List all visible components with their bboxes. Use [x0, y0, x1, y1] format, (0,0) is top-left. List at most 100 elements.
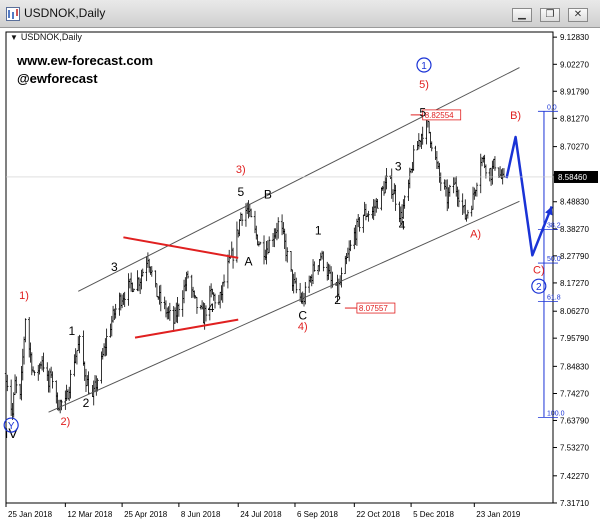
ohlc-bar: [376, 199, 379, 209]
chart-app-icon: [6, 7, 20, 21]
ohlc-bar: [239, 212, 242, 221]
ohlc-bar: [439, 172, 442, 191]
ohlc-bar: [291, 269, 294, 291]
ohlc-bar: [150, 266, 153, 277]
ohlc-bar: [60, 399, 63, 411]
ohlc-bar: [40, 355, 44, 371]
ohlc-bar: [176, 297, 179, 324]
chart-symbol-text: USDNOK,Daily: [20, 32, 82, 42]
y-tick-label: 9.12830: [560, 33, 589, 42]
x-tick-label: 12 Mar 2018: [67, 510, 112, 519]
ohlc-bar: [253, 210, 257, 234]
wave-label: 2: [83, 396, 90, 410]
close-icon: ✕: [573, 9, 583, 20]
ohlc-bar: [430, 141, 433, 152]
ohlc-bar: [246, 202, 249, 215]
y-tick-label: 8.38270: [560, 225, 589, 234]
circled-wave-label: 1: [421, 61, 427, 72]
ohlc-bar: [462, 205, 466, 214]
ohlc-bar: [292, 273, 295, 294]
restore-button[interactable]: ❐: [540, 8, 560, 22]
y-tick-label: 7.84830: [560, 362, 589, 371]
ohlc-bar: [362, 214, 365, 233]
ohlc-bar: [307, 275, 311, 293]
ohlc-bar: [78, 334, 81, 354]
window-titlebar[interactable]: USDNOK,Daily ▁ ❐ ✕: [0, 0, 600, 28]
fib-level-label: 61.8: [547, 295, 561, 302]
ohlc-bar: [211, 288, 214, 295]
ohlc-bar: [265, 240, 268, 265]
ohlc-bar: [493, 156, 497, 171]
wave-label: 1: [315, 224, 322, 238]
ohlc-bar: [475, 182, 479, 197]
ohlc-bar: [49, 366, 53, 379]
fib-level-label: 50.0: [547, 256, 561, 263]
x-tick-label: 25 Apr 2018: [124, 510, 168, 519]
ohlc-bar: [367, 210, 370, 222]
ohlc-bar: [42, 352, 45, 373]
price-chart[interactable]: 9.128309.022708.917908.812708.702708.592…: [0, 28, 600, 531]
ohlc-bar: [447, 187, 450, 209]
ohlc-bar: [155, 283, 159, 298]
projection-path: [505, 135, 553, 257]
ohlc-bar: [172, 306, 175, 332]
ohlc-bar: [222, 274, 226, 287]
ohlc-bar: [484, 164, 488, 179]
ohlc-bar: [9, 379, 13, 416]
ohlc-bar: [127, 273, 130, 306]
ohlc-bar: [262, 235, 266, 265]
current-price-label: 8.58460: [558, 173, 587, 182]
wave-label: B): [510, 110, 521, 122]
ohlc-bar: [304, 282, 307, 305]
ohlc-bar: [191, 286, 195, 298]
watermark-handle: @ewforecast: [17, 71, 98, 86]
fib-level-label: 100.0: [547, 410, 565, 417]
plot-frame: [5, 31, 554, 504]
y-tick-label: 9.02270: [560, 60, 589, 69]
fib-level-label: 38.2: [547, 223, 561, 230]
ohlc-bar: [235, 221, 239, 263]
ohlc-bar: [375, 197, 378, 213]
ohlc-bar: [380, 187, 383, 211]
ohlc-bar: [317, 265, 320, 275]
y-tick-label: 7.74270: [560, 390, 589, 399]
ohlc-bar: [15, 376, 18, 394]
ohlc-bar: [132, 288, 135, 292]
ohlc-bar: [353, 227, 356, 250]
ohlc-bar: [221, 281, 224, 303]
ohlc-bar: [182, 279, 186, 304]
ohlc-bar: [311, 259, 315, 285]
y-tick-label: 8.06270: [560, 307, 589, 316]
ohlc-bar: [128, 278, 132, 289]
ohlc-bar: [167, 306, 170, 320]
ohlc-bar: [123, 291, 126, 308]
triangle-line: [123, 236, 239, 259]
wave-label: 5: [419, 105, 426, 119]
y-tick-label: 7.31710: [560, 499, 589, 508]
y-tick-label: 8.17270: [560, 279, 589, 288]
dropdown-arrow-icon[interactable]: ▼: [10, 33, 18, 42]
ohlc-bar: [18, 383, 22, 400]
ohlc-bar: [358, 216, 361, 232]
wave-label: 5): [419, 79, 429, 91]
ohlc-bar: [184, 277, 187, 292]
ohlc-bar: [220, 285, 223, 301]
ohlc-bar: [274, 228, 277, 239]
chart-area[interactable]: 9.128309.022708.917908.812708.702708.592…: [0, 28, 600, 531]
close-button[interactable]: ✕: [568, 8, 588, 22]
ohlc-bar: [407, 179, 410, 202]
ohlc-bar: [448, 184, 451, 197]
ohlc-bar: [29, 342, 32, 363]
y-tick-label: 7.42270: [560, 472, 589, 481]
ohlc-bar: [286, 247, 289, 263]
minimize-button[interactable]: ▁: [512, 8, 532, 22]
ohlc-bar: [21, 348, 24, 381]
ohlc-bar: [284, 233, 288, 262]
ohlc-bar: [46, 362, 49, 381]
ohlc-bar: [86, 375, 89, 387]
wave-label: B: [264, 188, 272, 202]
ohlc-bar: [193, 290, 196, 299]
ohlc-bar: [237, 229, 240, 238]
price-marker-label: 8.07557: [359, 304, 388, 313]
ohlc-bar: [338, 275, 342, 286]
